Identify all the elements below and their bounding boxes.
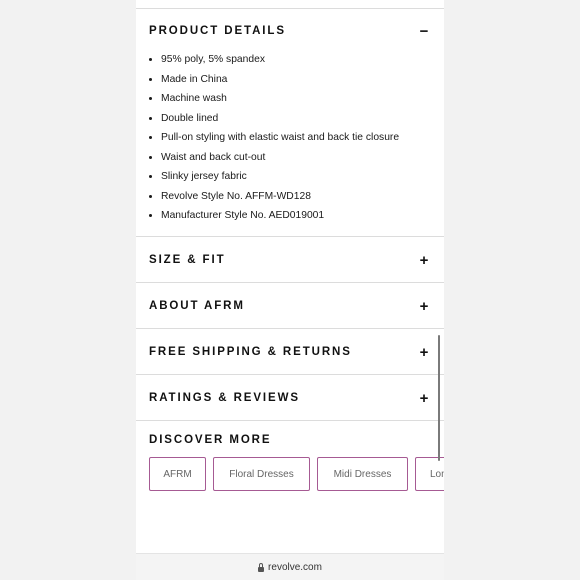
list-item: Machine wash (161, 89, 399, 109)
browser-url-bar[interactable]: revolve.com (136, 553, 444, 580)
chip-midi-dresses[interactable]: Midi Dresses (317, 457, 408, 491)
list-item: Slinky jersey fabric (161, 167, 399, 187)
collapse-icon[interactable]: − (417, 24, 431, 39)
about-header[interactable]: ABOUT AFRM + (136, 283, 444, 329)
size-fit-header[interactable]: SIZE & FIT + (136, 237, 444, 283)
product-page: PRODUCT DETAILS − 95% poly, 5% spandex M… (136, 0, 444, 580)
chip-afrm[interactable]: AFRM (149, 457, 206, 491)
expand-icon[interactable]: + (417, 299, 431, 314)
list-item: Revolve Style No. AFFM-WD128 (161, 187, 399, 207)
chip-floral-dresses[interactable]: Floral Dresses (213, 457, 310, 491)
divider (136, 420, 444, 421)
reviews-header[interactable]: RATINGS & REVIEWS + (136, 375, 444, 421)
size-fit-title: SIZE & FIT (149, 254, 226, 266)
list-item: Manufacturer Style No. AED019001 (161, 206, 399, 226)
shipping-header[interactable]: FREE SHIPPING & RETURNS + (136, 329, 444, 375)
discover-chips: AFRM Floral Dresses Midi Dresses Lon (149, 457, 444, 491)
expand-icon[interactable]: + (417, 391, 431, 406)
chip-long-dresses[interactable]: Lon (415, 457, 444, 491)
list-item: Waist and back cut-out (161, 148, 399, 168)
list-item: Pull-on styling with elastic waist and b… (161, 128, 399, 148)
discover-more-title: DISCOVER MORE (149, 434, 272, 446)
expand-icon[interactable]: + (417, 253, 431, 268)
scrollbar[interactable] (438, 335, 440, 461)
lock-icon (258, 562, 265, 572)
product-details-header[interactable]: PRODUCT DETAILS − (136, 8, 444, 54)
url-text: revolve.com (268, 562, 322, 573)
shipping-title: FREE SHIPPING & RETURNS (149, 346, 352, 358)
reviews-title: RATINGS & REVIEWS (149, 392, 300, 404)
about-title: ABOUT AFRM (149, 300, 245, 312)
product-details-title: PRODUCT DETAILS (149, 25, 286, 37)
list-item: Double lined (161, 109, 399, 129)
expand-icon[interactable]: + (417, 345, 431, 360)
list-item: Made in China (161, 70, 399, 90)
list-item: 95% poly, 5% spandex (161, 50, 399, 70)
product-details-list: 95% poly, 5% spandex Made in China Machi… (136, 50, 399, 226)
